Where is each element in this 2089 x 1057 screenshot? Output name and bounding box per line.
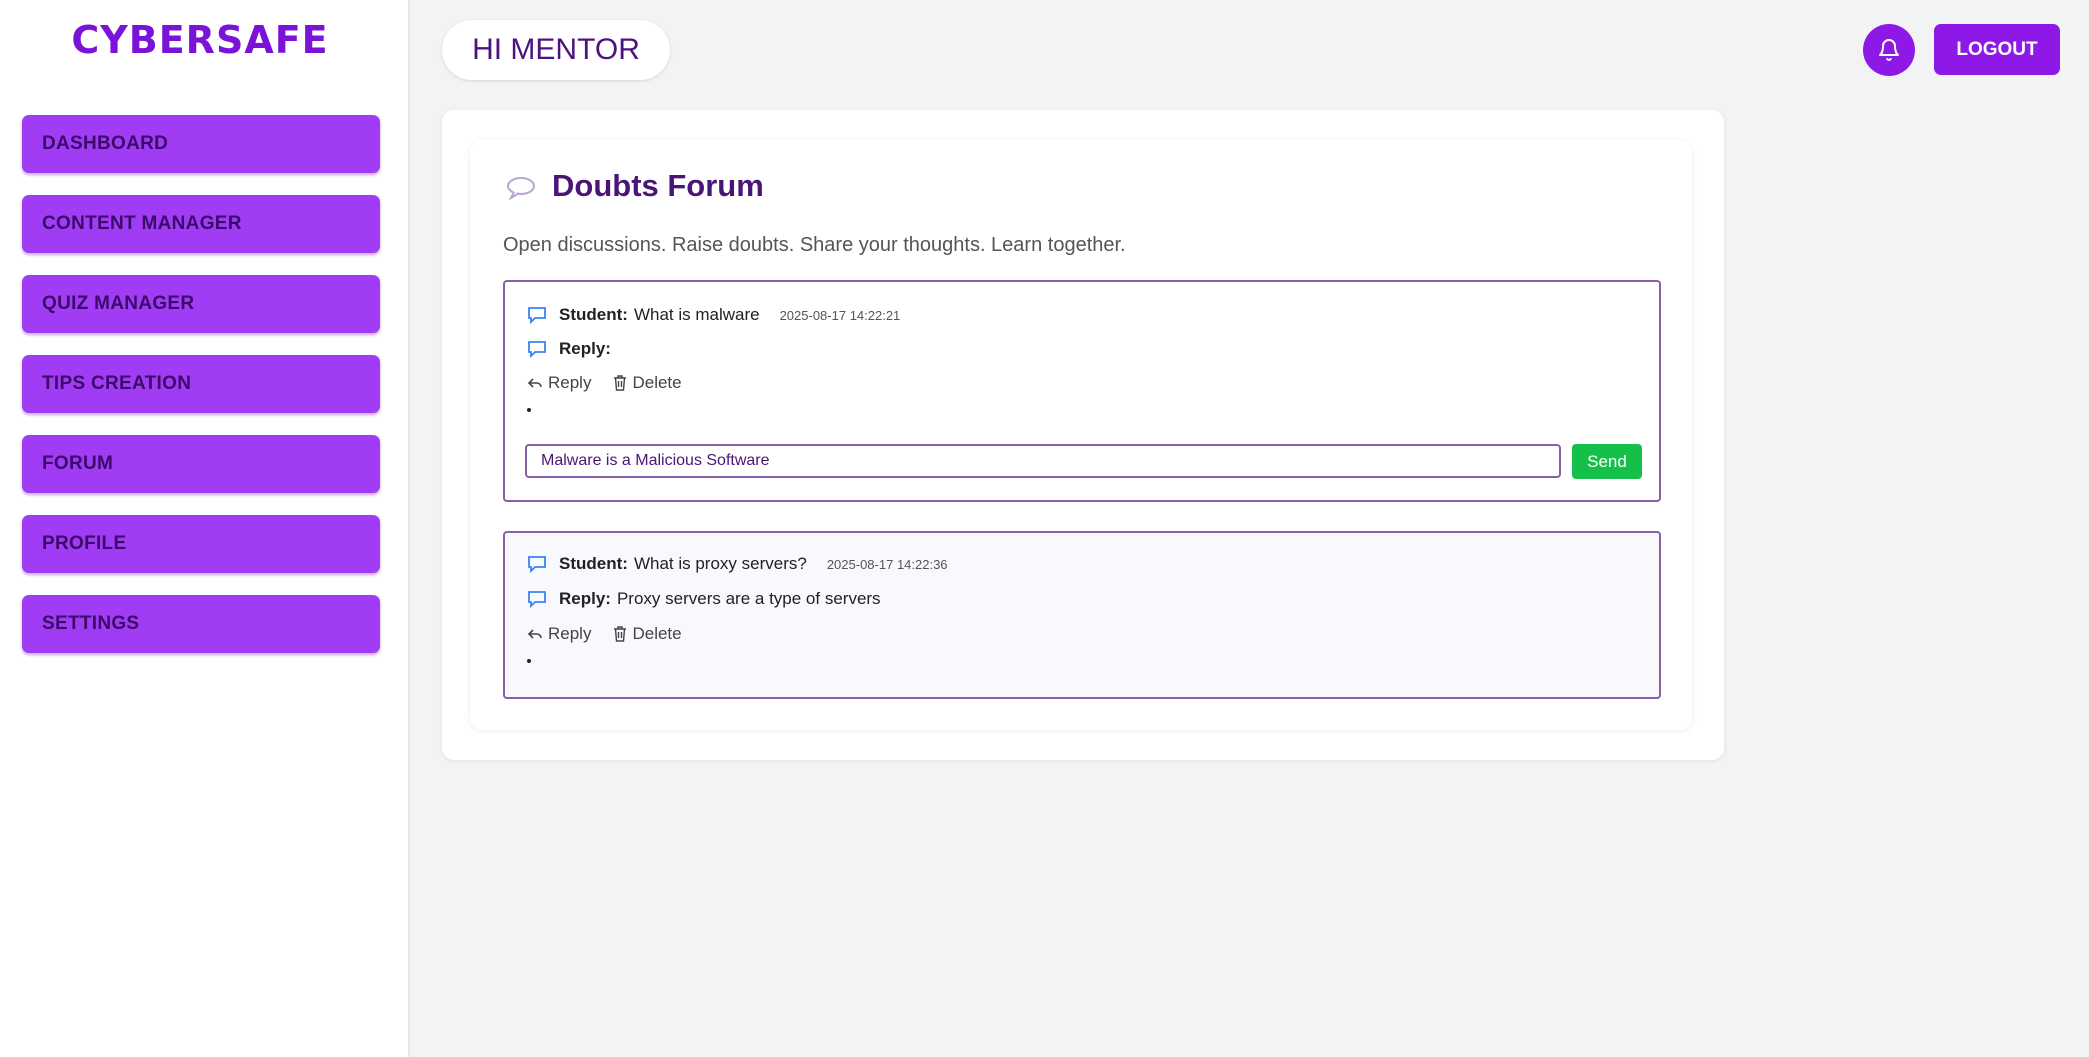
reply-action-label: Reply [548,373,592,392]
message-icon [527,340,547,358]
greeting-badge: HI MENTOR [442,20,670,80]
sidebar: CYBERSAFE DASHBOARD CONTENT MANAGER QUIZ… [0,0,410,1057]
reply-label: Reply: [559,589,611,608]
list-bullet [527,408,531,412]
thread-card: Student: What is malware 2025-08-17 14:2… [503,280,1661,502]
timestamp: 2025-08-17 14:22:21 [779,307,901,323]
thread-actions: Reply Delete [527,373,704,393]
bell-icon [1879,39,1899,61]
sidebar-item-dashboard[interactable]: DASHBOARD [22,115,380,173]
page-title: Doubts Forum [552,168,764,203]
question-text: What is proxy servers? [633,554,807,573]
logout-button[interactable]: LOGOUT [1934,24,2060,75]
reply-input[interactable] [525,444,1561,478]
student-label: Student: [559,305,628,324]
thread-card: Student: What is proxy servers? 2025-08-… [503,531,1661,699]
question-text: What is malware [633,305,760,324]
delete-button[interactable]: Delete [613,373,682,393]
delete-action-label: Delete [632,373,682,392]
message-icon [527,555,547,573]
reply-line: Reply: [527,339,617,359]
notification-button[interactable] [1863,24,1915,76]
reply-action-label: Reply [548,624,592,643]
sidebar-item-quiz-manager[interactable]: QUIZ MANAGER [22,275,380,333]
sidebar-item-settings[interactable]: SETTINGS [22,595,380,653]
student-question: Student: What is proxy servers? 2025-08-… [527,554,948,574]
timestamp: 2025-08-17 14:22:36 [826,556,948,572]
message-icon [527,590,547,608]
reply-text: Proxy servers are a type of servers [616,589,881,608]
sidebar-item-content-manager[interactable]: CONTENT MANAGER [22,195,380,253]
sidebar-item-profile[interactable]: PROFILE [22,515,380,573]
student-question: Student: What is malware 2025-08-17 14:2… [527,305,900,325]
reply-arrow-icon [527,378,542,388]
reply-button[interactable]: Reply [527,624,591,644]
page-subtitle: Open discussions. Raise doubts. Share yo… [503,234,1126,256]
reply-label: Reply: [559,339,611,358]
trash-icon [614,375,627,391]
reply-button[interactable]: Reply [527,373,591,393]
thread-actions: Reply Delete [527,624,704,644]
delete-button[interactable]: Delete [613,624,682,644]
send-button[interactable]: Send [1572,444,1642,479]
sidebar-item-forum[interactable]: FORUM [22,435,380,493]
student-label: Student: [559,554,628,573]
trash-icon [614,626,627,642]
delete-action-label: Delete [632,624,682,643]
list-bullet [527,659,531,663]
reply-line: Reply: Proxy servers are a type of serve… [527,589,881,609]
message-icon [527,306,547,324]
speech-bubble-icon [506,176,536,205]
brand-logo: CYBERSAFE [71,18,329,62]
reply-arrow-icon [527,629,542,639]
sidebar-item-tips-creation[interactable]: TIPS CREATION [22,355,380,413]
